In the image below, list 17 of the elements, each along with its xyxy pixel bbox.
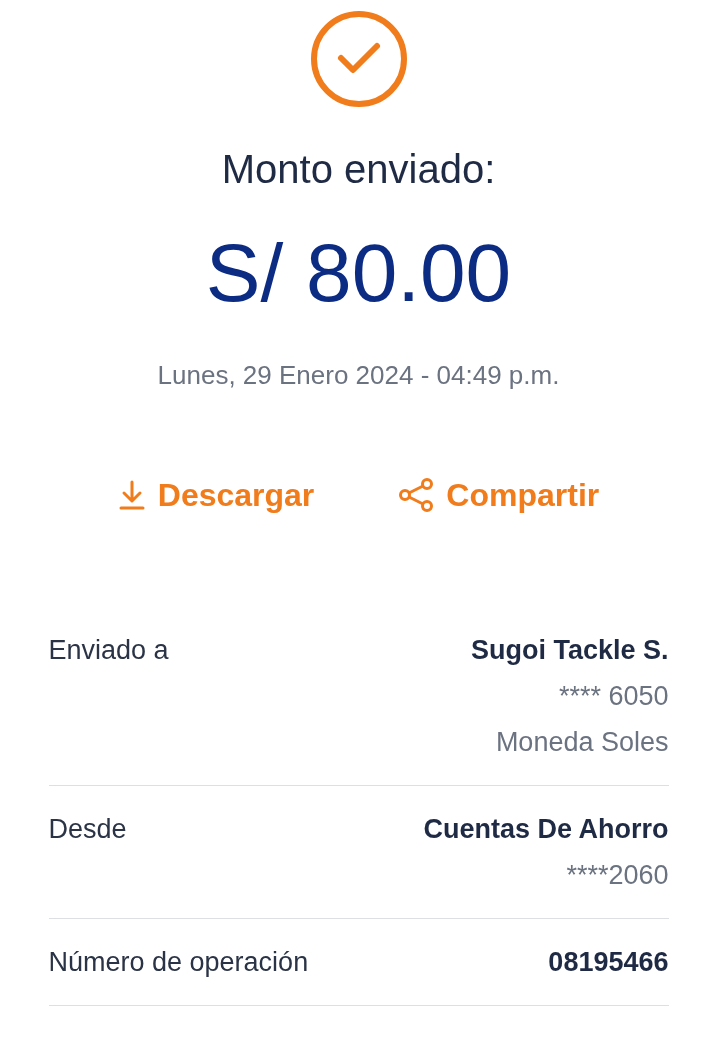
share-icon <box>398 478 435 512</box>
detail-label: Enviado a <box>48 634 169 667</box>
detail-value: Moneda Soles <box>495 726 669 759</box>
detail-value: **** 6050 <box>558 680 669 713</box>
date: Lunes, 29 Enero 2024 - 04:49 p.m. <box>157 359 560 391</box>
detail-label: Número de operación <box>48 946 309 979</box>
download-button[interactable]: Descargar <box>117 471 315 519</box>
detail-value: Cuentas De Ahorro <box>423 813 669 846</box>
amount: S/ 80.00 <box>205 227 512 319</box>
detail-label: Desde <box>48 813 127 846</box>
detail-value: ****2060 <box>566 859 669 892</box>
detail-value: Sugoi Tackle S. <box>470 634 669 667</box>
detail-value: 08195466 <box>548 946 669 979</box>
download-icon <box>117 479 146 511</box>
check-circle-icon <box>308 9 409 109</box>
title: Monto enviado: <box>221 146 496 193</box>
share-button[interactable]: Compartir <box>398 471 600 519</box>
